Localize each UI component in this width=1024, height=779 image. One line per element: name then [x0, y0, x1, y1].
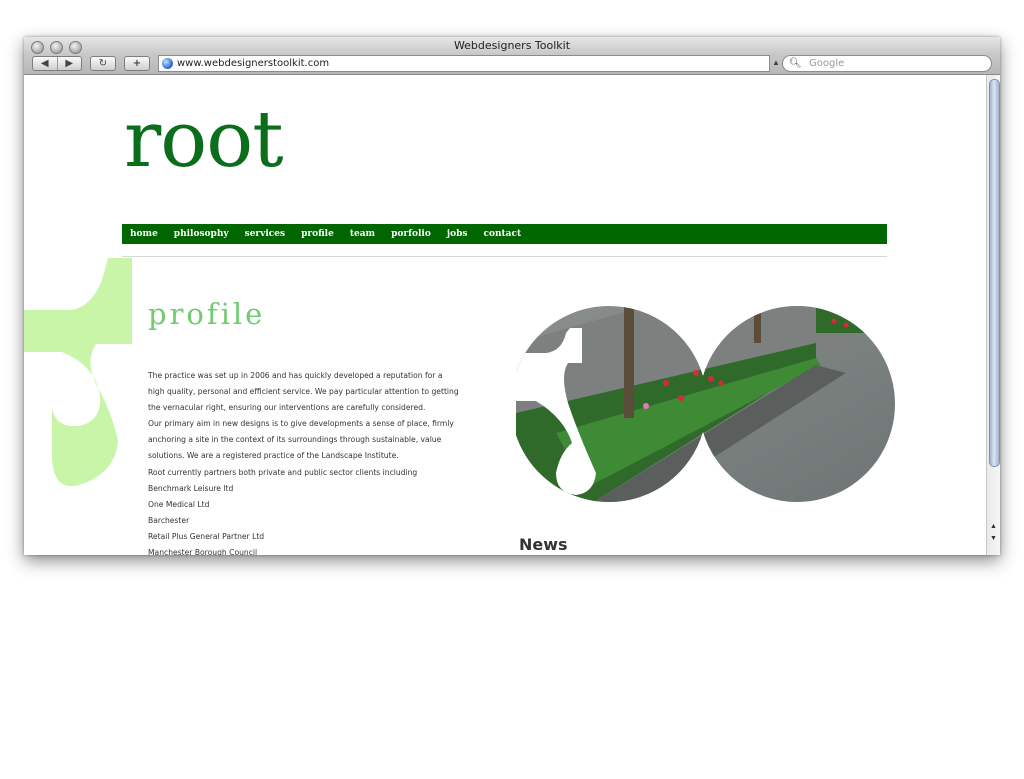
reload-button[interactable]: ↻: [90, 56, 116, 71]
globe-icon: [162, 58, 173, 69]
nav-item-jobs[interactable]: jobs: [447, 229, 468, 239]
nav-item-porfolio[interactable]: porfolio: [391, 229, 431, 239]
scroll-down-icon[interactable]: ▼: [990, 535, 997, 542]
address-bar[interactable]: www.webdesignerstoolkit.com: [158, 55, 770, 72]
divider: [122, 256, 887, 257]
scroll-up-icon[interactable]: ▲: [990, 523, 997, 530]
news-heading: News: [519, 535, 568, 554]
window-title: Webdesigners Toolkit: [453, 39, 571, 52]
profile-line: solutions. We are a registered practice …: [148, 451, 399, 461]
profile-line: Retail Plus General Partner Ltd: [148, 531, 265, 541]
url-text: www.webdesignerstoolkit.com: [177, 58, 330, 69]
profile-line: the vernacular right, ensuring our inter…: [148, 403, 426, 413]
page-heading: profile: [148, 297, 266, 331]
profile-line: The practice was set up in 2006 and has …: [148, 371, 443, 380]
profile-line: Manchester Borough Council: [148, 548, 258, 555]
profile-line: anchoring a site in the context of its s…: [148, 435, 442, 445]
address-dropdown-icon[interactable]: ▲: [772, 58, 780, 67]
web-page: root home philosophy services profile team po…: [24, 75, 986, 555]
nav-item-contact[interactable]: contact: [483, 229, 521, 239]
search-field[interactable]: 🔍︎ Google: [782, 55, 992, 72]
profile-line: high quality, personal and efficient ser…: [148, 387, 459, 397]
title-bar: Webdesigners Toolkit ◀ ▶ ↻ + www.webdesi…: [24, 37, 1000, 75]
back-forward-buttons: ◀ ▶: [32, 56, 82, 71]
main-nav: home philosophy services profile team porfoli…: [122, 224, 887, 244]
profile-line: Benchmark Leisure ltd: [148, 483, 234, 493]
nav-item-profile[interactable]: profile: [301, 229, 334, 239]
site-logo[interactable]: root: [124, 101, 284, 179]
nav-item-services[interactable]: services: [245, 229, 285, 239]
profile-line: One Medical Ltd: [148, 499, 210, 509]
scrollbar-thumb[interactable]: [989, 79, 1000, 467]
browser-window: Webdesigners Toolkit ◀ ▶ ↻ + www.webdesi…: [24, 37, 1000, 555]
add-bookmark-button[interactable]: +: [124, 56, 150, 71]
magnifier-icon: 🔍︎: [789, 58, 802, 69]
back-button[interactable]: ◀: [33, 57, 58, 70]
forward-button[interactable]: ▶: [58, 57, 82, 70]
nav-item-team[interactable]: team: [350, 229, 375, 239]
profile-line: Our primary aim in new designs is to giv…: [148, 419, 454, 429]
garden-photo-image: [516, 306, 895, 502]
profile-text: The practice was set up in 2006 and has …: [148, 368, 478, 555]
nav-item-home[interactable]: home: [130, 229, 158, 239]
profile-line: Barchester: [148, 515, 190, 525]
profile-line: Root currently partners both private and…: [148, 467, 418, 477]
vertical-scrollbar[interactable]: ▲ ▼: [986, 75, 1000, 555]
nav-item-philosophy[interactable]: philosophy: [174, 229, 229, 239]
decorative-numeral-shape: [24, 258, 132, 487]
search-placeholder: Google: [809, 58, 845, 69]
